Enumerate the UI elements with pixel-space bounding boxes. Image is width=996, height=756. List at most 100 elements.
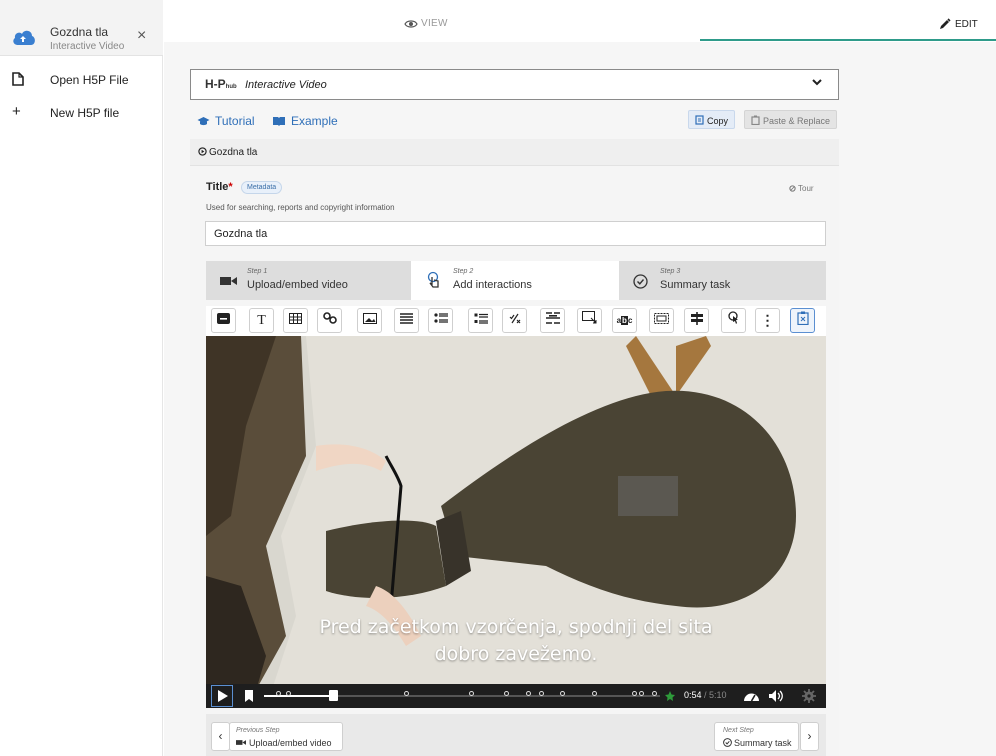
sidebar-item-new-file[interactable]: + New H5P file — [0, 101, 163, 125]
sidebar-item-open-file[interactable]: Open H5P File — [0, 68, 163, 92]
tour-label: Tour — [798, 184, 814, 193]
step-label: Add interactions — [453, 279, 532, 291]
tutorial-link[interactable]: Tutorial — [197, 114, 255, 128]
interaction-marker[interactable] — [469, 691, 474, 696]
paste-label: Paste & Replace — [763, 116, 831, 126]
tab-view[interactable]: VIEW — [404, 18, 448, 29]
single-choice-icon[interactable] — [428, 308, 453, 333]
top-bar: VIEW EDIT — [164, 0, 996, 42]
interaction-marker[interactable] — [526, 691, 531, 696]
playback-rate-icon[interactable] — [743, 689, 760, 703]
step-label: Summary task — [660, 279, 731, 291]
image-icon[interactable] — [357, 308, 382, 333]
progress-handle[interactable] — [328, 690, 338, 701]
interaction-marker[interactable] — [539, 691, 544, 696]
fill-blanks-icon[interactable] — [540, 308, 565, 333]
table-icon[interactable] — [283, 308, 308, 333]
close-icon[interactable]: × — [137, 28, 151, 44]
app-window: Gozdna tla Interactive Video × Open H5P … — [0, 0, 996, 756]
multiple-choice-icon[interactable] — [468, 308, 493, 333]
more-icon[interactable]: ⋮ — [755, 308, 780, 333]
step-navigation: ‹ Previous Step Upload/embed video Next … — [206, 714, 826, 756]
settings-gear-icon[interactable] — [802, 689, 816, 703]
h5p-hub-logo: H-Phub — [205, 77, 237, 91]
interaction-marker[interactable] — [652, 691, 657, 696]
navigation-hotspot-icon[interactable] — [721, 308, 746, 333]
example-link[interactable]: Example — [272, 114, 338, 128]
subtitle-line-1: Pred začetkom vzorčenja, spodnji del sit… — [319, 616, 713, 638]
interaction-marker[interactable] — [276, 691, 281, 696]
file-icon — [12, 72, 24, 86]
title-input[interactable] — [205, 221, 826, 246]
video-camera-icon — [220, 277, 237, 285]
paste-replace-button[interactable]: Paste & Replace — [744, 110, 838, 129]
interaction-marker[interactable] — [286, 691, 291, 696]
progress-fill — [264, 695, 333, 697]
time-separator: / — [701, 690, 710, 700]
text-icon[interactable]: T — [249, 308, 274, 333]
mark-words-icon[interactable]: abc — [612, 308, 637, 333]
step-number: Step 2 — [453, 268, 474, 275]
plus-icon: + — [12, 103, 21, 120]
interaction-marker[interactable] — [560, 691, 565, 696]
sidebar: Gozdna tla Interactive Video × Open H5P … — [0, 0, 163, 756]
video-subtitle: Pred začetkom vzorčenja, spodnji del sit… — [206, 614, 826, 668]
chevron-down-icon — [812, 79, 822, 86]
pencil-icon — [940, 18, 951, 29]
interaction-marker[interactable] — [404, 691, 409, 696]
title-field-label: Title* — [206, 181, 233, 193]
play-button[interactable] — [211, 685, 233, 707]
paste-icon[interactable] — [790, 308, 815, 333]
tutorial-label: Tutorial — [215, 114, 255, 128]
link-icon[interactable] — [317, 308, 342, 333]
required-marker: * — [228, 181, 233, 193]
copy-button[interactable]: Copy — [688, 110, 736, 129]
interaction-marker[interactable] — [639, 691, 644, 696]
step-label: Upload/embed video — [247, 279, 348, 291]
check-circle-icon — [633, 274, 648, 289]
drag-text-icon[interactable] — [649, 308, 674, 333]
tab-step-upload[interactable]: Step 1 Upload/embed video — [206, 261, 411, 300]
tab-edit[interactable]: EDIT — [939, 18, 978, 30]
check-circle-icon — [723, 738, 732, 747]
section-header[interactable]: Gozdna tla — [190, 139, 839, 166]
content-type-select[interactable]: H-Phub Interactive Video — [190, 69, 839, 100]
metadata-button[interactable]: Metadata — [241, 181, 283, 194]
tab-view-label: VIEW — [421, 18, 448, 29]
tour-link[interactable]: Tour — [789, 184, 814, 193]
sidebar-item-label: Open H5P File — [50, 73, 129, 87]
bookmark-icon[interactable] — [242, 688, 256, 704]
drag-question-icon[interactable] — [577, 308, 602, 333]
interaction-marker[interactable] — [592, 691, 597, 696]
video-player[interactable]: Pred začetkom vzorčenja, spodnji del sit… — [206, 336, 826, 708]
touch-icon — [427, 271, 439, 288]
label-icon[interactable] — [211, 308, 236, 333]
statements-icon[interactable] — [394, 308, 419, 333]
true-false-icon[interactable] — [502, 308, 527, 333]
interaction-marker[interactable] — [632, 691, 637, 696]
time-total: 5:10 — [709, 690, 727, 700]
tab-step-interactions[interactable]: Step 2 Add interactions — [411, 261, 619, 300]
clipboard-icon — [751, 115, 760, 126]
video-controls: 0:54 / 5:10 — [206, 684, 826, 708]
star-icon[interactable] — [664, 690, 676, 702]
prev-step-arrow[interactable]: ‹ — [211, 722, 230, 751]
previous-step-button[interactable]: Previous Step Upload/embed video — [229, 722, 343, 751]
h5p-logo-text: H-P — [205, 77, 226, 91]
tab-edit-label: EDIT — [955, 19, 978, 30]
interaction-marker[interactable] — [504, 691, 509, 696]
next-step-label-text: Summary task — [734, 738, 792, 748]
title-description: Used for searching, reports and copyrigh… — [206, 203, 395, 212]
step-number: Step 1 — [247, 268, 268, 275]
volume-icon[interactable] — [768, 689, 784, 703]
time-current: 0:54 — [684, 690, 702, 700]
section-title-text: Gozdna tla — [209, 147, 258, 158]
next-step-arrow[interactable]: › — [800, 722, 819, 751]
video-progress-bar[interactable] — [264, 690, 660, 701]
tab-step-summary[interactable]: Step 3 Summary task — [619, 261, 826, 300]
subtitle-line-2: dobro zavežemo. — [434, 643, 598, 665]
eye-icon — [404, 20, 418, 28]
crossroads-icon[interactable] — [684, 308, 709, 333]
prev-step-caption: Previous Step — [236, 727, 280, 734]
next-step-button[interactable]: Next Step Summary task — [714, 722, 799, 751]
